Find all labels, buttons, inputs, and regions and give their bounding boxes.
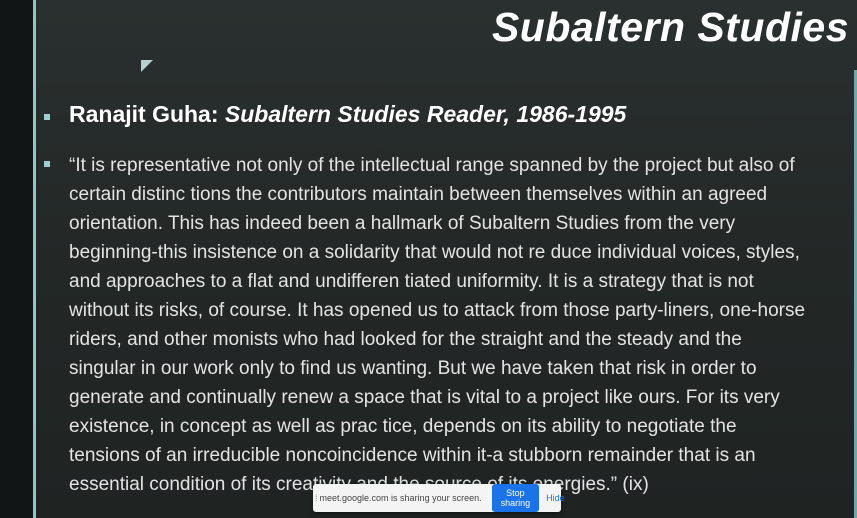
quote-line: without its risks, of course. It has ope… [69, 300, 806, 321]
left-border-panel [0, 0, 33, 518]
mouse-pointer-icon [141, 60, 153, 72]
screen-share-bar: ⁞ meet.google.com is sharing your screen… [313, 484, 565, 512]
stop-sharing-button[interactable]: Stop sharing [491, 484, 540, 512]
quote-line: orientation. This has indeed been a hall… [69, 213, 736, 234]
quote-line: certain distinc tions the contributors m… [69, 184, 768, 205]
bullet-icon [44, 161, 50, 167]
left-accent-line [33, 0, 36, 518]
quote-text: “It is representative not only of the in… [69, 151, 853, 499]
quote-line: singular in our work only to find us wan… [69, 358, 757, 379]
quote-line: and approaches to a flat and undifferen … [69, 271, 754, 292]
quote-line: generate and continually renew a space t… [69, 387, 780, 408]
slide-heading: Ranajit Guha: Subaltern Studies Reader, … [69, 101, 626, 128]
heading-author: Ranajit Guha: [69, 101, 225, 127]
hide-button[interactable]: Hide [546, 493, 565, 503]
slide-title: Subaltern Studies [491, 4, 849, 50]
heading-work-title: Subaltern Studies Reader, 1986-1995 [224, 101, 627, 127]
presentation-slide: Subaltern Studies Ranajit Guha: Subalter… [0, 0, 857, 518]
quote-line: existence, in concept as well as prac ti… [69, 416, 737, 437]
quote-line: “It is representative not only of the in… [69, 155, 795, 176]
quote-line: riders, and other monists who had looked… [69, 329, 742, 350]
quote-line: tensions of an irreducible noncoincidenc… [69, 445, 756, 466]
bullet-icon [44, 114, 50, 120]
quote-line: beginning-this insistence on a solidarit… [69, 242, 800, 263]
share-message: meet.google.com is sharing your screen. [319, 493, 482, 503]
drag-handle-icon[interactable]: ⁞ [315, 493, 318, 503]
